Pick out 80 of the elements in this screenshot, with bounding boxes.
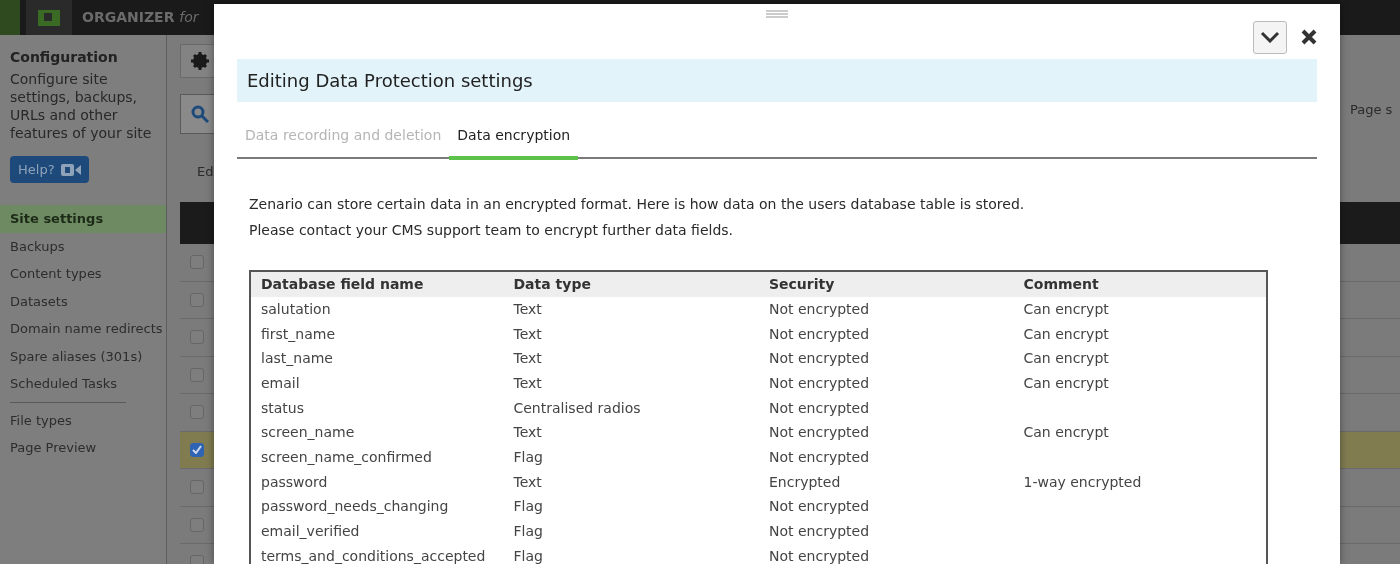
table-cell: Can encrypt (1023, 374, 1109, 391)
row-checkbox[interactable] (190, 442, 204, 457)
intro-text: Zenario can store certain data in an encrypted format. Here is how data on the users database table is stored. (249, 195, 1026, 214)
table-cell: Text (513, 374, 542, 391)
logo-block (0, 0, 20, 35)
chevron-down-icon (1260, 31, 1280, 43)
table-cell: last_name (261, 350, 333, 367)
column-label: Page s (1350, 101, 1393, 119)
table-cell: first_name (261, 325, 336, 342)
table-cell: Can encrypt (1023, 350, 1109, 367)
row-checkbox[interactable] (190, 517, 204, 532)
sidebar-item[interactable]: Site settings (0, 205, 166, 233)
table-cell: Flag (513, 448, 543, 465)
table-cell: Not encrypted (769, 374, 870, 391)
table-cell: Not encrypted (769, 424, 870, 441)
sidebar-item[interactable]: Datasets (0, 287, 166, 316)
table-cell: Not encrypted (769, 523, 870, 540)
row-checkbox[interactable] (190, 330, 204, 345)
tab[interactable]: Data recording and deletion (237, 116, 450, 160)
table-cell: status (261, 399, 305, 416)
table-cell: password (261, 473, 328, 490)
table-cell: Encrypted (769, 473, 841, 490)
row-checkbox[interactable] (190, 292, 204, 307)
table-cell: terms_and_conditions_accepted (261, 547, 486, 564)
table-cell: Not encrypted (769, 547, 870, 564)
search-icon (191, 105, 209, 123)
row-checkbox[interactable] (190, 480, 204, 495)
row-checkbox[interactable] (190, 405, 204, 420)
table-cell: Can encrypt (1023, 300, 1109, 317)
sidebar-description: Configure site settings, backups, URLs and other features of your site (10, 69, 153, 142)
sidebar-item[interactable]: Domain name redirects (0, 315, 166, 343)
table-cell: Can encrypt (1023, 424, 1109, 441)
table-cell: Centralised radios (513, 399, 641, 416)
table-cell: Flag (513, 498, 543, 515)
column-header: Database field name (250, 271, 504, 297)
row-checkbox[interactable] (190, 255, 204, 270)
collapse-button[interactable] (1253, 20, 1287, 54)
video-icon (60, 162, 81, 177)
table-cell: Text (513, 473, 542, 490)
table-cell: password_needs_changing (261, 498, 449, 515)
sidebar-title: Configuration (10, 49, 119, 66)
table-cell: Flag (513, 547, 543, 564)
row-checkbox[interactable] (190, 367, 204, 382)
table-cell: Not encrypted (769, 448, 870, 465)
table-cell: email_verified (261, 523, 360, 540)
table-cell: Not encrypted (769, 325, 870, 342)
gear-icon (191, 52, 209, 70)
table-cell: Not encrypted (769, 300, 870, 317)
app-brand: ORGANIZER for (82, 8, 199, 27)
tab[interactable]: Data encryption (449, 116, 579, 160)
table-cell: Text (513, 350, 542, 367)
toolbar-label: Ed (197, 163, 215, 181)
help-button[interactable]: Help? (10, 155, 89, 184)
sidebar-item[interactable]: Content types (0, 260, 166, 288)
sidebar-item[interactable]: Spare aliases (301s) (0, 342, 166, 371)
close-icon[interactable] (1301, 29, 1317, 45)
column-header: Security (759, 271, 1014, 297)
sidebar-item[interactable]: Page Preview (0, 434, 166, 462)
table-cell: Text (513, 300, 542, 317)
table-cell: 1-way encrypted (1023, 473, 1142, 490)
logo-icon (38, 9, 60, 26)
dialog-title: Editing Data Protection settings (237, 59, 1317, 102)
table-cell: Flag (513, 523, 543, 540)
table-cell: Not encrypted (769, 498, 870, 515)
table-cell: email (261, 374, 300, 391)
intro-text: Please contact your CMS support team to encrypt further data fields. (249, 221, 735, 240)
table-cell: Text (513, 325, 542, 342)
drag-handle-icon[interactable] (766, 10, 788, 18)
column-header: Comment (1013, 271, 1267, 297)
table-cell: salutation (261, 300, 331, 317)
table-cell: Can encrypt (1023, 325, 1109, 342)
sidebar-item[interactable]: Scheduled Tasks (0, 370, 166, 398)
table-cell: screen_name (261, 424, 355, 441)
column-header: Data type (503, 271, 759, 297)
table-cell: Text (513, 424, 542, 441)
sidebar-item[interactable]: File types (0, 406, 166, 435)
table-cell: Not encrypted (769, 350, 870, 367)
table-cell: screen_name_confirmed (261, 448, 432, 465)
table-cell: Not encrypted (769, 399, 870, 416)
sidebar-item[interactable]: Backups (0, 232, 166, 261)
